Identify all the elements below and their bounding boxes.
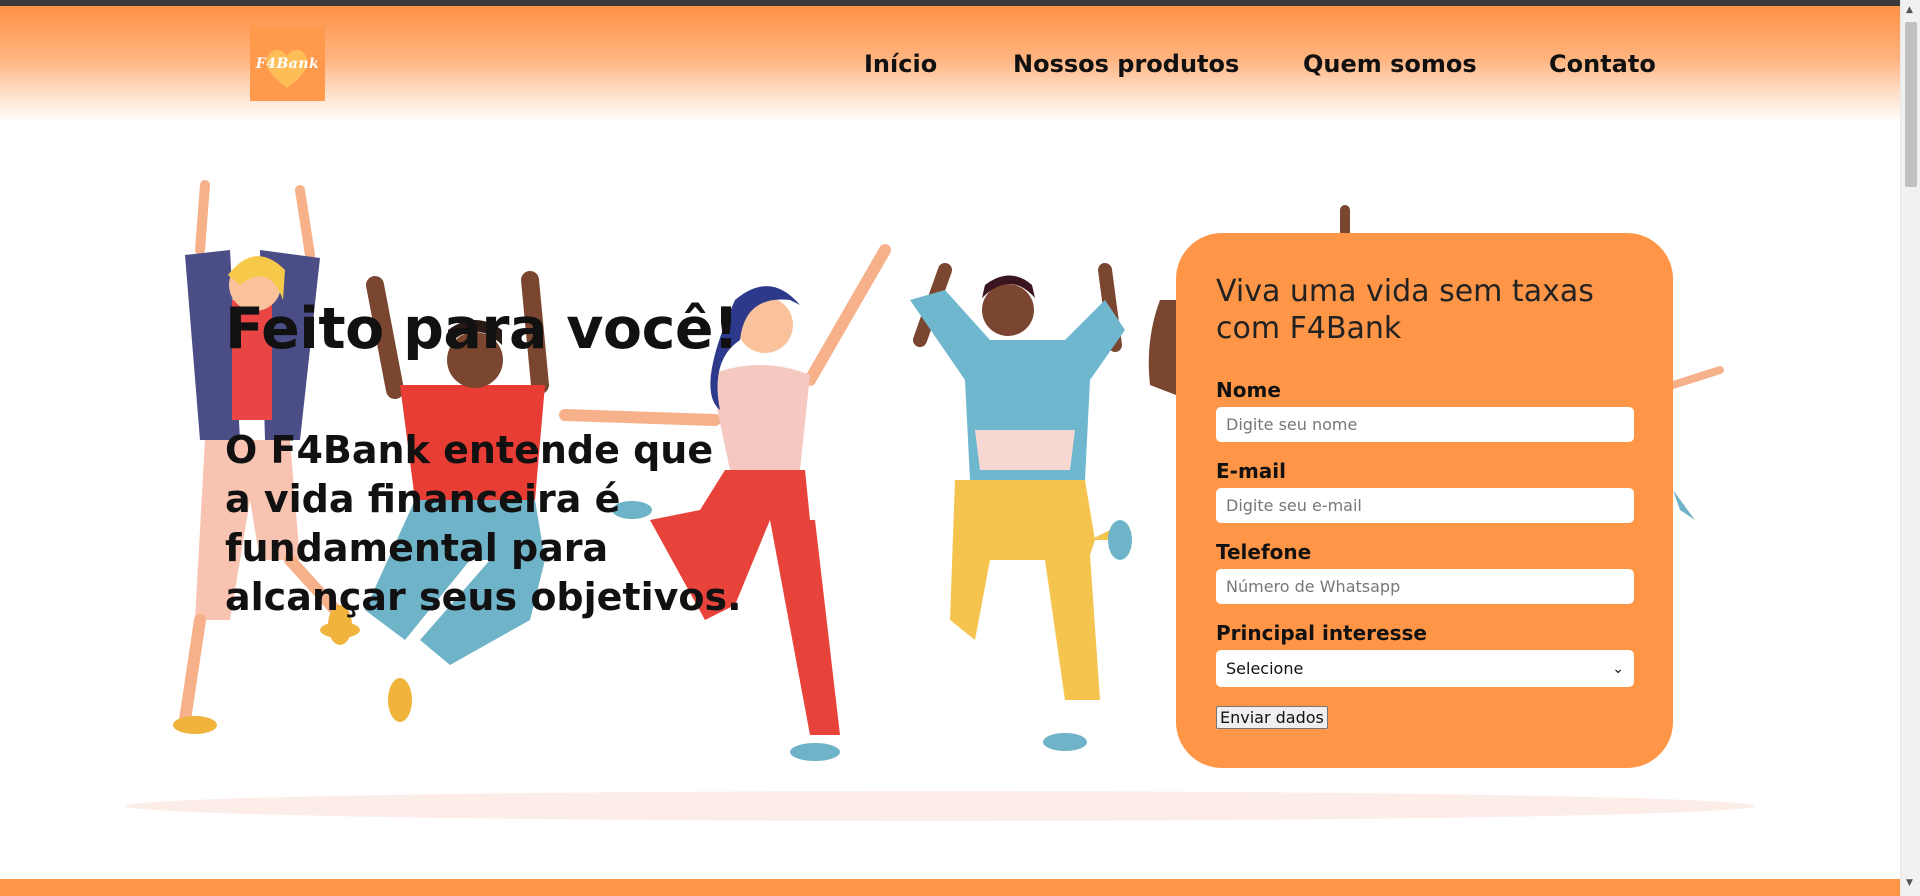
brand-logo[interactable]: F4Bank (250, 26, 325, 101)
site-header: F4Bank Início Nossos produtos Quem somos… (0, 6, 1900, 122)
hero-text: O F4Bank entende que a vida financeira é… (225, 428, 742, 619)
nav-nossos-produtos[interactable]: Nossos produtos (1013, 50, 1239, 78)
footer-strip (0, 879, 1900, 896)
nav-inicio[interactable]: Início (864, 50, 937, 78)
chevron-down-icon: ⌄ (1612, 660, 1624, 677)
interest-label: Principal interesse (1216, 621, 1427, 645)
signup-form-card: Viva uma vida sem taxas com F4Bank Nome … (1176, 233, 1673, 768)
nav-quem-somos[interactable]: Quem somos (1303, 50, 1477, 78)
interest-selected-value: Selecione (1226, 659, 1304, 678)
form-title: Viva uma vida sem taxas com F4Bank (1216, 274, 1594, 346)
name-input[interactable] (1216, 407, 1634, 442)
scroll-down-arrow-icon[interactable]: ▼ (1906, 878, 1913, 888)
nav-contato[interactable]: Contato (1549, 50, 1656, 78)
phone-label: Telefone (1216, 540, 1312, 564)
person-4-illustration (910, 263, 1132, 751)
hero-title: Feito para você! (225, 296, 739, 362)
email-input[interactable] (1216, 488, 1634, 523)
interest-select[interactable]: Selecione ⌄ (1216, 650, 1634, 687)
submit-button[interactable]: Enviar dados (1216, 706, 1328, 729)
scroll-up-arrow-icon[interactable]: ▲ (1906, 5, 1913, 15)
email-label: E-mail (1216, 459, 1287, 483)
phone-input[interactable] (1216, 569, 1634, 604)
scrollbar-thumb[interactable] (1905, 22, 1917, 187)
page-scrollbar[interactable]: ▲ ▼ (1900, 0, 1920, 896)
name-label: Nome (1216, 378, 1281, 402)
logo-text: F4Bank (255, 55, 320, 72)
